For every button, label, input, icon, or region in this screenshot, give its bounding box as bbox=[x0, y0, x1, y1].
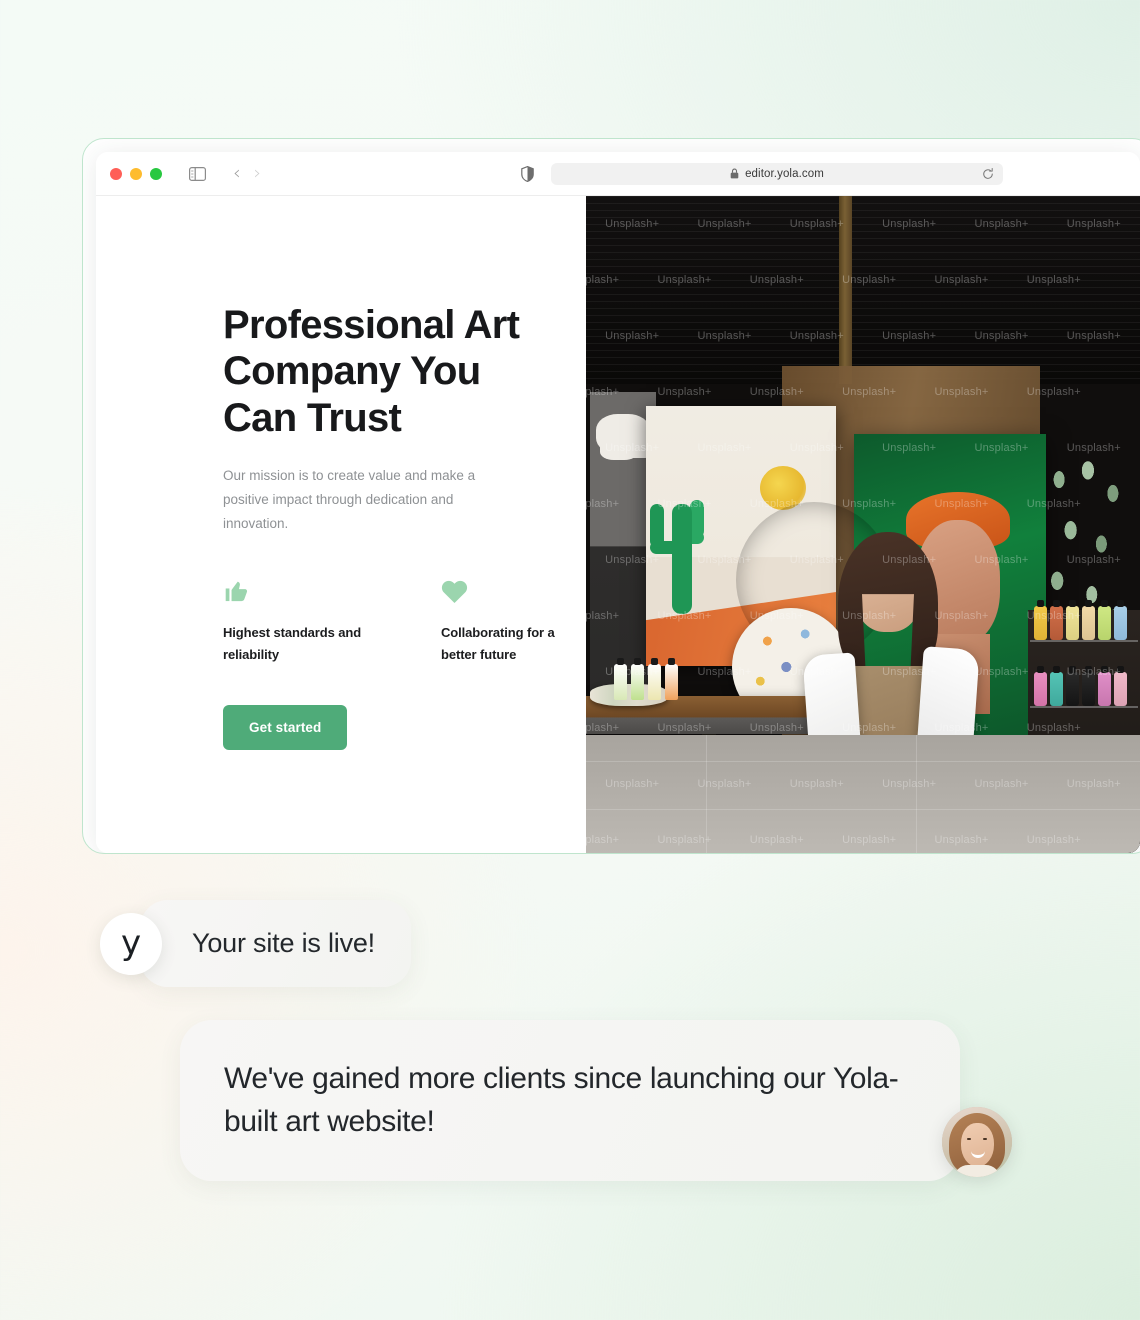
chat-message-text: Your site is live! bbox=[192, 928, 375, 958]
minimize-button[interactable] bbox=[130, 167, 142, 180]
browser-inner: ‹ › editor.yola.com Professional Art Com… bbox=[96, 152, 1140, 853]
browser-window: ‹ › editor.yola.com Professional Art Com… bbox=[82, 138, 1140, 854]
heart-icon bbox=[441, 574, 586, 604]
browser-titlebar: ‹ › editor.yola.com bbox=[96, 152, 1140, 196]
hero-subtext: Our mission is to create value and make … bbox=[223, 468, 476, 532]
studio-floor bbox=[586, 735, 1140, 853]
feature-item-collaboration: Collaborating for a better future bbox=[441, 574, 586, 665]
sidebar-toggle-icon[interactable] bbox=[189, 166, 206, 181]
feature-label: Highest standards and reliability bbox=[223, 625, 362, 662]
close-button[interactable] bbox=[110, 167, 122, 180]
get-started-button[interactable]: Get started bbox=[223, 705, 348, 751]
zoom-button[interactable] bbox=[150, 167, 162, 180]
chat-message-text: We've gained more clients since launchin… bbox=[224, 1062, 899, 1138]
hero-image: Unsplash+ Unsplash+ Unsplash+ Unsplash+ Unsp… bbox=[586, 196, 1140, 853]
address-bar[interactable]: editor.yola.com bbox=[551, 162, 1003, 185]
studio-photo: Unsplash+ Unsplash+ Unsplash+ Unsplash+ Unsp… bbox=[586, 196, 1140, 853]
window-blinds bbox=[586, 196, 1140, 384]
forward-icon[interactable]: › bbox=[254, 164, 262, 183]
feature-item-standards: Highest standards and reliability bbox=[223, 574, 368, 665]
navigation-arrows: ‹ › bbox=[233, 164, 261, 183]
privacy-shield-icon[interactable] bbox=[521, 165, 534, 182]
reload-icon[interactable] bbox=[982, 167, 994, 180]
chat-message-1: y Your site is live! bbox=[100, 900, 411, 987]
url-text: editor.yola.com bbox=[745, 167, 824, 180]
page-title: Professional Art Company You Can Trust bbox=[223, 303, 520, 440]
feature-label: Collaborating for a better future bbox=[441, 625, 555, 662]
thumbs-up-icon bbox=[223, 574, 368, 604]
lock-icon bbox=[730, 168, 739, 179]
yola-logo-avatar: y bbox=[100, 912, 162, 975]
chat-bubble: We've gained more clients since launchin… bbox=[180, 1020, 960, 1182]
hero-text-column: Professional Art Company You Can Trust O… bbox=[96, 196, 586, 853]
user-photo-avatar bbox=[942, 1107, 1012, 1178]
back-icon[interactable]: ‹ bbox=[233, 164, 241, 183]
yola-logo-letter: y bbox=[120, 922, 142, 963]
window-controls bbox=[110, 167, 162, 180]
chat-message-2: We've gained more clients since launchin… bbox=[180, 1020, 1012, 1182]
chat-bubble: Your site is live! bbox=[140, 900, 411, 987]
website-page: Professional Art Company You Can Trust O… bbox=[96, 196, 1140, 853]
feature-list: Highest standards and reliability Collab… bbox=[223, 574, 586, 665]
